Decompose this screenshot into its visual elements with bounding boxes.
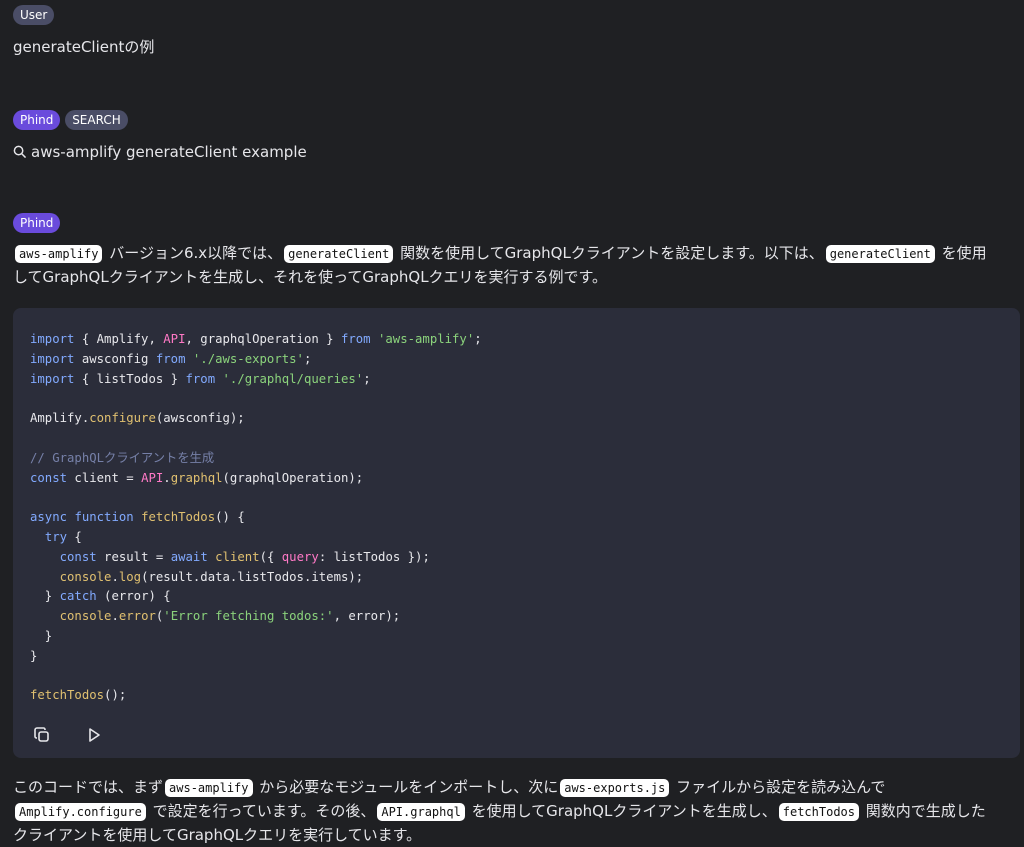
user-badge: User bbox=[13, 5, 55, 25]
code-line: } bbox=[30, 628, 53, 643]
code-line: async function fetchTodos() { bbox=[30, 510, 245, 525]
code-line: const client = API.graphql(graphqlOperat… bbox=[30, 470, 364, 485]
code-line: } bbox=[30, 648, 38, 663]
search-query-line: aws-amplify generateClient example bbox=[13, 141, 307, 163]
code-line: import { Amplify, API, graphqlOperation … bbox=[30, 332, 482, 346]
inline-code: aws-amplify bbox=[165, 779, 253, 797]
outro-text: このコードでは、まず bbox=[13, 778, 164, 796]
code-line: console.error('Error fetching todos:', e… bbox=[59, 609, 401, 624]
search-query: aws-amplify generateClient example bbox=[31, 143, 307, 161]
answer-badge-row: Phind bbox=[13, 213, 61, 233]
code-actions bbox=[33, 726, 103, 744]
outro-text: ファイルから設定を読み込んで bbox=[671, 778, 886, 796]
inline-code: aws-exports.js bbox=[560, 779, 670, 797]
code-line: fetchTodos(); bbox=[30, 688, 127, 703]
code-line: import awsconfig from './aws-exports'; bbox=[30, 351, 312, 366]
search-badge: SEARCH bbox=[65, 110, 128, 130]
code-line: Amplify.configure(awsconfig); bbox=[30, 411, 245, 426]
outro-text: で設定を行っています。その後、 bbox=[147, 802, 376, 820]
answer-intro: aws-amplify バージョン6.x以降では、 generateClient … bbox=[13, 241, 996, 289]
user-badge-row: User bbox=[13, 5, 55, 25]
outro-text: を使用してGraphQLクライアントを生成し、 bbox=[466, 802, 777, 820]
code-line: // GraphQLクライアントを生成 bbox=[30, 450, 215, 465]
copy-icon[interactable] bbox=[33, 726, 51, 744]
inline-code: aws-amplify bbox=[15, 245, 103, 263]
code-line: const result = await client({ query: lis… bbox=[59, 549, 430, 564]
inline-code: generateClient bbox=[284, 245, 394, 263]
inline-code: API.graphql bbox=[377, 803, 465, 821]
answer-outro: このコードでは、まず aws-amplify から必要なモジュールをインポートし、… bbox=[13, 775, 996, 847]
inline-code: generateClient bbox=[825, 245, 935, 263]
code-line: import { listTodos } from './graphql/que… bbox=[30, 371, 371, 386]
code-content: import { Amplify, API, graphqlOperation … bbox=[30, 330, 482, 706]
code-line: } catch (error) { bbox=[30, 589, 171, 604]
code-line: try { bbox=[44, 529, 82, 544]
phind-answer-badge: Phind bbox=[13, 213, 61, 233]
intro-text: バージョン6.x以降では、 bbox=[104, 244, 283, 262]
search-icon bbox=[13, 145, 26, 158]
search-badges: Phind SEARCH bbox=[13, 110, 128, 130]
code-block: import { Amplify, API, graphqlOperation … bbox=[13, 308, 1020, 758]
intro-text: 関数を使用してGraphQLクライアントを設定します。以下は、 bbox=[395, 244, 824, 262]
play-icon[interactable] bbox=[85, 726, 103, 744]
code-line: console.log(result.data.listTodos.items)… bbox=[59, 569, 364, 584]
outro-text: から必要なモジュールをインポートし、次に bbox=[254, 778, 559, 796]
phind-badge: Phind bbox=[13, 110, 61, 130]
chat-thread: User generateClientの例 Phind SEARCH aws-a… bbox=[0, 0, 1024, 847]
user-message: generateClientの例 bbox=[13, 38, 155, 56]
inline-code: fetchTodos bbox=[778, 803, 859, 821]
inline-code: Amplify.configure bbox=[15, 803, 146, 821]
